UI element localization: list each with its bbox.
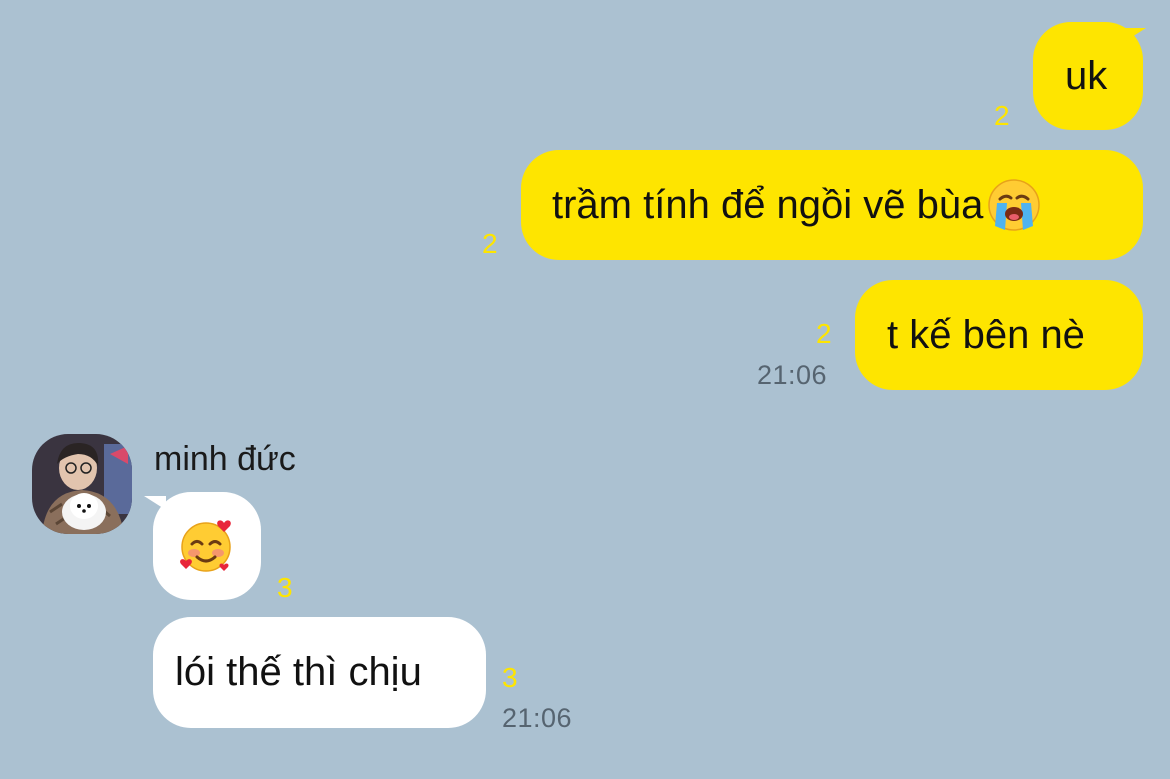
unread-count: 2 xyxy=(816,318,832,349)
received-message-bubble[interactable]: lói thế thì chịu xyxy=(153,617,486,728)
bubble-tail xyxy=(1124,28,1146,42)
message-timestamp: 21:06 xyxy=(502,703,573,733)
smiling-face-with-hearts-emoji xyxy=(180,520,231,572)
message-text: uk xyxy=(1065,53,1108,98)
message-timestamp: 21:06 xyxy=(757,360,828,390)
sender-avatar[interactable] xyxy=(32,434,132,534)
sent-message-bubble[interactable]: t kế bên nè xyxy=(855,280,1143,390)
unread-count: 3 xyxy=(277,572,293,603)
loudly-crying-face-emoji xyxy=(988,179,1041,231)
sent-message-bubble[interactable]: trầm tính để ngồi vẽ bùa xyxy=(521,150,1143,260)
avatar-image xyxy=(32,434,132,534)
unread-count: 3 xyxy=(502,662,518,693)
message-text: t kế bên nè xyxy=(887,312,1085,357)
unread-count: 2 xyxy=(482,228,498,259)
received-message-bubble[interactable] xyxy=(153,492,261,600)
message-text: lói thế thì chịu xyxy=(175,650,422,694)
unread-count: 2 xyxy=(994,100,1010,131)
sender-name[interactable]: minh đức xyxy=(154,442,296,476)
message-text: trầm tính để ngồi vẽ bùa xyxy=(552,182,984,227)
bubble-tail xyxy=(144,496,166,510)
